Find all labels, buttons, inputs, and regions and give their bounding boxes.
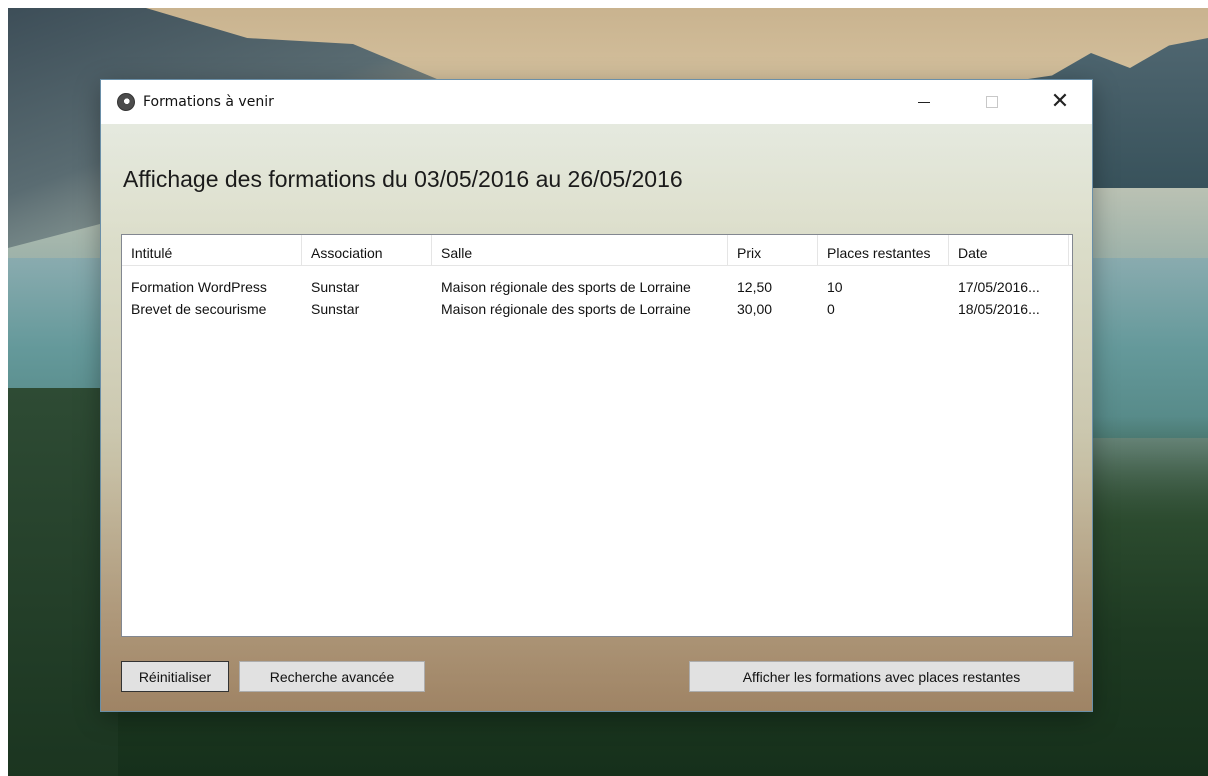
window-title: Formations à venir bbox=[143, 94, 274, 110]
column-header-places[interactable]: Places restantes bbox=[818, 235, 949, 265]
cell-salle: Maison régionale des sports de Lorraine bbox=[441, 279, 691, 295]
cell-association: Sunstar bbox=[311, 301, 360, 317]
title-bar[interactable]: Formations à venir ✕ bbox=[101, 80, 1092, 124]
close-icon: ✕ bbox=[1050, 89, 1070, 114]
cell-places: 0 bbox=[827, 301, 835, 317]
cell-intitule: Brevet de secourisme bbox=[131, 301, 267, 317]
cell-salle: Maison régionale des sports de Lorraine bbox=[441, 301, 691, 317]
maximize-button[interactable] bbox=[969, 80, 1015, 124]
column-header-intitule[interactable]: Intitulé bbox=[122, 235, 302, 265]
cell-prix: 12,50 bbox=[737, 279, 773, 295]
table-row[interactable]: Brevet de secourisme Sunstar Maison régi… bbox=[122, 299, 1072, 319]
column-header-prix[interactable]: Prix bbox=[728, 235, 818, 265]
maximize-icon bbox=[986, 96, 998, 108]
list-header: Intitulé Association Salle Prix Places r… bbox=[122, 235, 1072, 266]
app-logo-icon bbox=[117, 93, 135, 111]
column-header-association[interactable]: Association bbox=[302, 235, 432, 265]
page-title: Affichage des formations du 03/05/2016 a… bbox=[123, 166, 683, 192]
reset-button[interactable]: Réinitialiser bbox=[121, 661, 229, 692]
minimize-icon bbox=[918, 101, 930, 103]
minimize-button[interactable] bbox=[901, 80, 947, 124]
cell-intitule: Formation WordPress bbox=[131, 279, 267, 295]
column-header-salle[interactable]: Salle bbox=[432, 235, 728, 265]
column-header-date[interactable]: Date bbox=[949, 235, 1069, 265]
cell-prix: 30,00 bbox=[737, 301, 773, 317]
formations-window: Formations à venir ✕ Affichage des forma… bbox=[101, 80, 1092, 711]
advanced-search-button[interactable]: Recherche avancée bbox=[239, 661, 425, 692]
cell-association: Sunstar bbox=[311, 279, 360, 295]
formations-list[interactable]: Intitulé Association Salle Prix Places r… bbox=[121, 234, 1073, 637]
cell-date: 18/05/2016... bbox=[958, 301, 1040, 317]
close-button[interactable]: ✕ bbox=[1037, 80, 1083, 124]
table-row[interactable]: Formation WordPress Sunstar Maison régio… bbox=[122, 277, 1072, 297]
cell-date: 17/05/2016... bbox=[958, 279, 1040, 295]
cell-places: 10 bbox=[827, 279, 843, 295]
show-available-button[interactable]: Afficher les formations avec places rest… bbox=[689, 661, 1074, 692]
